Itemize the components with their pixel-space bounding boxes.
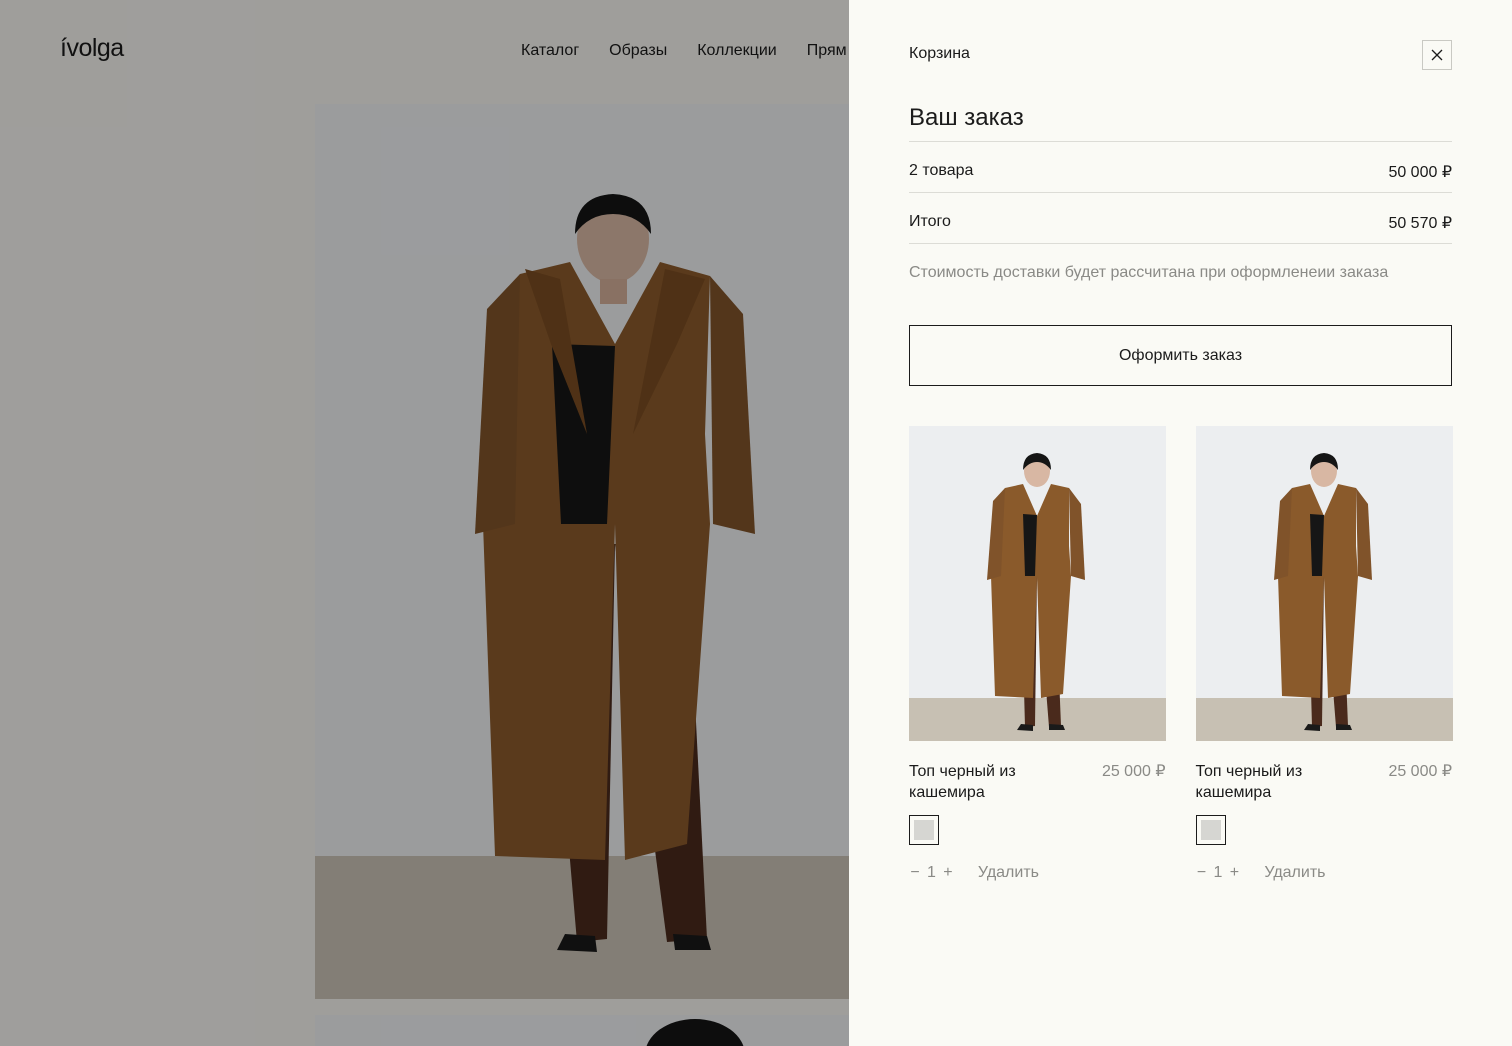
total-value: 50 570 ₽ xyxy=(1388,215,1452,232)
product-price: 25 000 ₽ xyxy=(1388,763,1452,780)
close-icon xyxy=(1431,49,1443,61)
product-name[interactable]: Топ черный из кашемира xyxy=(1196,761,1346,803)
delivery-note: Стоимость доставки будет рассчитана при … xyxy=(909,264,1389,281)
swatch-color xyxy=(914,820,934,840)
total-row: Итого 50 570 ₽ xyxy=(909,213,1452,233)
qty-decrease-button[interactable]: − xyxy=(1196,864,1208,882)
total-label: Итого xyxy=(909,213,951,230)
product-name[interactable]: Топ черный из кашемира xyxy=(909,761,1059,803)
swatch-color xyxy=(1200,820,1221,840)
cart-product-list: Топ черный из кашемира 25 000 ₽ − 1 + Уд… xyxy=(909,426,1453,896)
product-thumbnail[interactable] xyxy=(909,426,1166,741)
divider xyxy=(909,243,1452,244)
qty-decrease-button[interactable]: − xyxy=(909,864,921,882)
color-swatch[interactable] xyxy=(909,815,939,845)
cart-drawer: Корзина Ваш заказ 2 товара 50 000 ₽ Итог… xyxy=(849,0,1512,1046)
qty-value: 1 xyxy=(1213,864,1223,881)
color-swatch[interactable] xyxy=(1195,815,1226,845)
checkout-button[interactable]: Оформить заказ xyxy=(909,325,1452,386)
items-sum-value: 50 000 ₽ xyxy=(1388,164,1452,181)
divider xyxy=(909,141,1452,142)
qty-increase-button[interactable]: + xyxy=(942,864,954,882)
items-summary-row: 2 товара 50 000 ₽ xyxy=(909,162,1452,182)
quantity-controls: − 1 + Удалить xyxy=(909,864,1039,882)
cart-product: Топ черный из кашемира 25 000 ₽ − 1 + Уд… xyxy=(909,426,1166,896)
qty-increase-button[interactable]: + xyxy=(1228,864,1240,882)
items-count-label: 2 товара xyxy=(909,162,974,179)
product-thumbnail[interactable] xyxy=(1195,426,1453,741)
order-heading: Ваш заказ xyxy=(909,104,1024,131)
cart-title: Корзина xyxy=(909,45,970,62)
close-button[interactable] xyxy=(1422,40,1452,70)
qty-value: 1 xyxy=(927,864,936,881)
remove-button[interactable]: Удалить xyxy=(1264,864,1325,882)
remove-button[interactable]: Удалить xyxy=(978,864,1039,882)
divider xyxy=(909,192,1452,193)
product-price: 25 000 ₽ xyxy=(1101,763,1166,780)
quantity-controls: − 1 + Удалить xyxy=(1196,864,1326,882)
cart-product: Топ черный из кашемира 25 000 ₽ − 1 + Уд… xyxy=(1195,426,1453,896)
